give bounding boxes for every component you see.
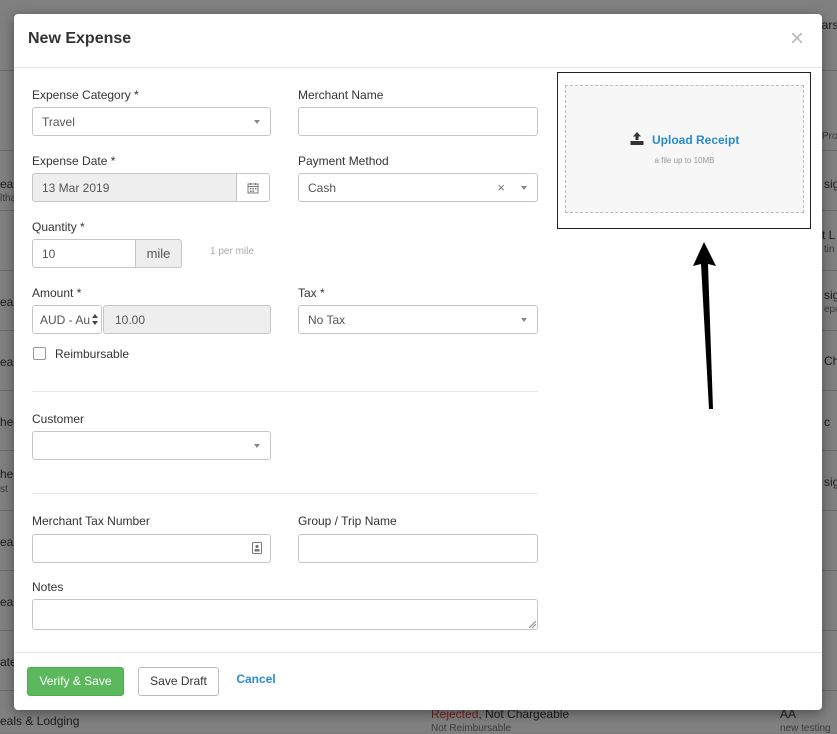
upload-dropzone[interactable]: Upload Receipt a file up to 10MB [565, 85, 804, 213]
bg-fragment: sig [824, 177, 837, 191]
bg-fragment: Cha [824, 354, 837, 368]
expense-date-value: 13 Mar 2019 [42, 181, 110, 195]
bg-fragment: c [824, 415, 830, 429]
upload-receipt-link[interactable]: Upload Receipt [652, 133, 739, 147]
payment-method-select[interactable]: Cash × [298, 173, 538, 202]
quantity-label: Quantity * [32, 220, 85, 234]
bg-fragment: he [0, 467, 14, 481]
merchant-name-input[interactable] [298, 107, 538, 136]
expense-date-label: Expense Date * [32, 154, 116, 168]
save-draft-button[interactable]: Save Draft [138, 667, 219, 696]
expense-date-input[interactable]: 13 Mar 2019 [32, 173, 237, 202]
close-icon[interactable]: × [790, 27, 804, 51]
expense-category-label: Expense Category * [32, 88, 139, 102]
clear-icon[interactable]: × [497, 180, 505, 195]
bg-fragment: sig [824, 288, 837, 302]
bg-row-status-sub: Not Reimbursable [431, 723, 512, 734]
contact-card-icon [252, 542, 262, 554]
merchant-tax-number-label: Merchant Tax Number [32, 514, 150, 528]
group-trip-label: Group / Trip Name [298, 514, 397, 528]
calendar-button[interactable] [236, 173, 270, 202]
section-divider [32, 391, 538, 392]
resize-handle-icon[interactable] [529, 621, 536, 628]
upload-highlight-box: Upload Receipt a file up to 10MB [557, 72, 811, 229]
reimbursable-checkbox[interactable] [33, 347, 46, 360]
verify-save-button[interactable]: Verify & Save [27, 667, 124, 696]
group-trip-input[interactable] [298, 534, 538, 563]
tax-select[interactable]: No Tax [298, 305, 538, 334]
modal-title: New Expense [28, 30, 132, 47]
payment-method-label: Payment Method [298, 154, 389, 168]
payment-method-value: Cash [308, 181, 337, 195]
bg-row-owner-sub: new testing [780, 723, 831, 734]
bg-fragment: he [0, 415, 14, 429]
section-divider [32, 493, 538, 494]
tax-label: Tax * [298, 286, 325, 300]
chevron-down-icon [521, 186, 527, 190]
currency-value: AUD - Au [40, 313, 91, 327]
upload-icon [630, 132, 644, 145]
merchant-name-label: Merchant Name [298, 88, 384, 102]
new-expense-modal: New Expense × Expense Category * Travel … [14, 14, 822, 710]
customer-select[interactable] [32, 431, 271, 460]
amount-input[interactable]: 10.00 [103, 305, 271, 334]
modal-footer [14, 652, 822, 653]
merchant-tax-number-input[interactable] [32, 534, 271, 563]
bg-fragment: tin [824, 244, 835, 255]
currency-select[interactable]: AUD - Au [32, 305, 102, 334]
notes-textarea[interactable] [32, 599, 538, 630]
reimbursable-label[interactable]: Reimbursable [55, 347, 129, 361]
chevron-down-icon [521, 318, 527, 322]
bg-fragment: sig [824, 475, 837, 489]
expense-category-select[interactable]: Travel [32, 107, 271, 136]
notes-label: Notes [32, 580, 64, 594]
bg-fragment: epo [824, 304, 837, 315]
amount-label: Amount * [32, 286, 82, 300]
expense-category-value: Travel [42, 115, 75, 129]
bg-row-category: eals & Lodging [0, 714, 80, 728]
customer-label: Customer [32, 412, 85, 426]
quantity-unit: mile [135, 239, 182, 268]
modal-header: New Expense × [14, 14, 822, 68]
quantity-rate-hint: 1 per mile [210, 246, 254, 257]
bg-fragment: Pro [822, 131, 837, 142]
bg-fragment: ea [0, 535, 14, 549]
cancel-button[interactable]: Cancel [230, 666, 282, 695]
amount-value: 10.00 [115, 313, 146, 327]
calendar-icon [247, 183, 259, 194]
sort-icon [92, 314, 98, 325]
bg-fragment: st [0, 484, 8, 495]
upload-size-hint: a file up to 10MB [654, 156, 715, 165]
chevron-down-icon [254, 444, 260, 448]
chevron-down-icon [254, 120, 260, 124]
quantity-input[interactable]: 10 [32, 239, 136, 268]
tax-value: No Tax [308, 313, 346, 327]
quantity-value: 10 [42, 247, 56, 261]
